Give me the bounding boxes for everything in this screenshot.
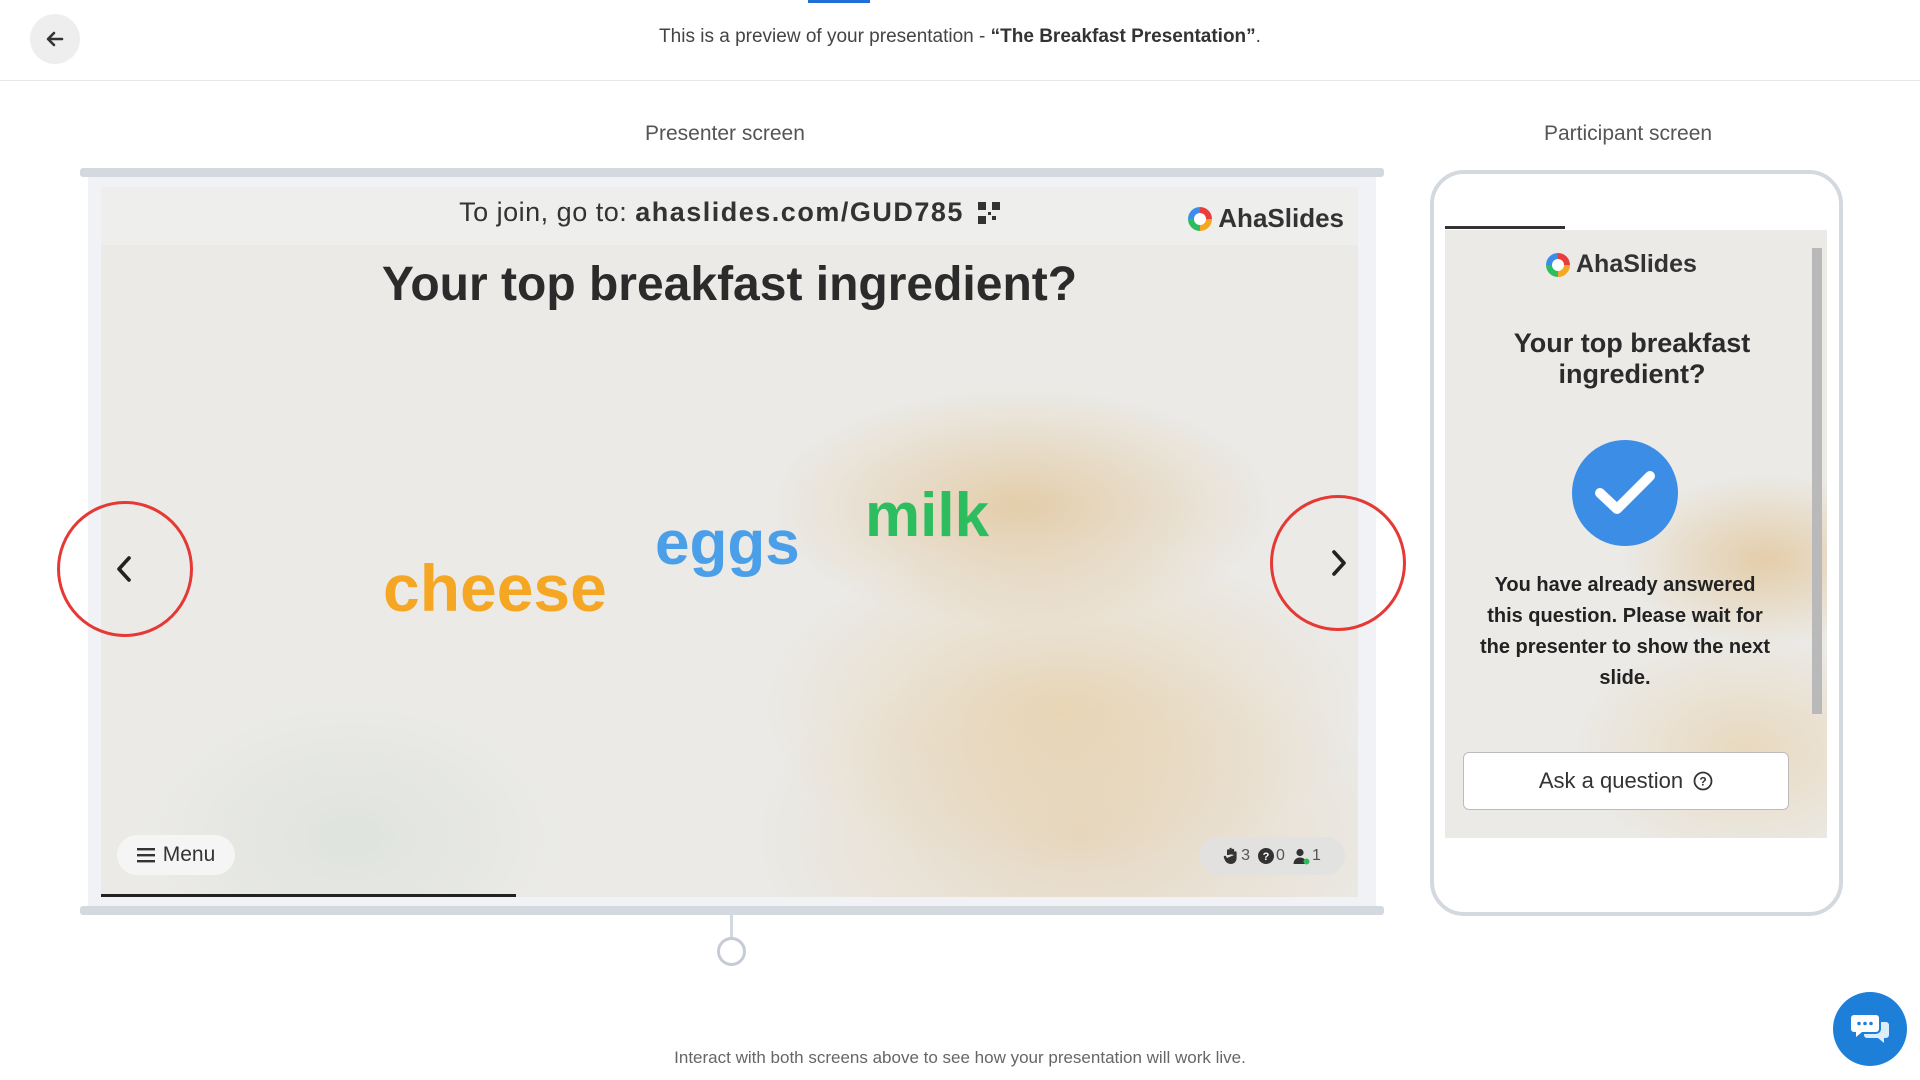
word-cloud-word: milk [865,481,990,550]
answered-check [1572,440,1678,546]
join-instructions: To join, go to: ahaslides.com/GUD785 [101,197,1358,228]
participant-screen-label: Participant screen [1544,122,1713,145]
reactions-stat: 3 [1223,847,1250,865]
projector-stand [730,915,733,938]
previous-slide-button[interactable] [57,501,193,637]
hamburger-menu-icon [136,848,155,863]
answered-message: You have already answered this question.… [1479,574,1771,689]
svg-text:?: ? [1263,851,1270,863]
top-bar: This is a preview of your presentation -… [0,0,1920,81]
join-url: ahaslides.com/GUD785 [635,197,964,227]
slide-question: Your top breakfast ingredient? [381,258,1078,311]
participant-question: Your top breakfast ingredient? [1513,328,1751,390]
chevron-left-icon [117,556,131,582]
preview-suffix: . [1255,26,1261,47]
top-accent-line [808,0,870,3]
questions-count: 0 [1276,847,1285,864]
reactions-count: 3 [1241,847,1251,864]
participant-brand: AhaSlides [1546,250,1697,279]
checkmark-icon [1595,471,1655,514]
slide-brand-name: AhaSlides [1218,203,1344,233]
participants-count: 1 [1311,847,1321,864]
svg-text:?: ? [1699,775,1706,789]
participant-online-icon [1293,848,1310,864]
hand-icon [1223,847,1237,864]
presenter-slide[interactable]: To join, go to: ahaslides.com/GUD785 Aha… [101,187,1358,897]
qr-code-icon[interactable] [977,202,1000,224]
question-circle-icon: ? [1258,848,1275,864]
word-cloud-word: eggs [655,509,800,578]
ahaslides-logo-icon [1546,252,1570,277]
presenter-screen-label: Presenter screen [645,122,805,145]
chat-bubble-icon [1851,1015,1889,1043]
slide-progress-fill [101,894,516,897]
slide-stats: 3 ? 0 1 [1199,837,1345,875]
ask-question-label: Ask a question [1538,768,1684,793]
ahaslides-logo-icon [1188,206,1213,231]
projector-stand-knob [717,937,746,966]
footer-hint: Interact with both screens above to see … [674,1048,1246,1067]
chevron-right-icon [1332,550,1346,576]
question-circle-icon: ? [1693,771,1713,791]
presentation-title: “The Breakfast Presentation” [990,26,1256,47]
projector-rail-top [80,168,1384,177]
ask-question-button[interactable]: Ask a question ? [1463,752,1789,810]
preview-prefix: This is a preview of your presentation - [659,26,991,47]
next-slide-button[interactable] [1270,495,1406,631]
participant-scrollbar[interactable] [1809,246,1825,834]
join-bar: To join, go to: ahaslides.com/GUD785 Aha… [101,187,1358,245]
slide-brand: AhaSlides [1188,203,1344,234]
word-cloud-word: cheese [383,551,607,625]
chat-button[interactable] [1833,992,1907,1066]
participants-stat: 1 [1293,847,1321,865]
slide-progress-track [101,894,1358,897]
menu-label: Menu [162,843,216,866]
menu-button[interactable]: Menu [117,835,235,875]
participant-brand-name: AhaSlides [1576,250,1697,278]
preview-description: This is a preview of your presentation -… [0,26,1920,48]
participant-progress [1445,226,1565,229]
participant-scroll-thumb[interactable] [1812,248,1822,714]
join-prefix: To join, go to: [459,197,636,227]
participant-screen[interactable]: AhaSlides Your top breakfast ingredient?… [1445,230,1827,838]
questions-stat: ? 0 [1258,847,1285,865]
projector-rail-bottom [80,906,1384,915]
